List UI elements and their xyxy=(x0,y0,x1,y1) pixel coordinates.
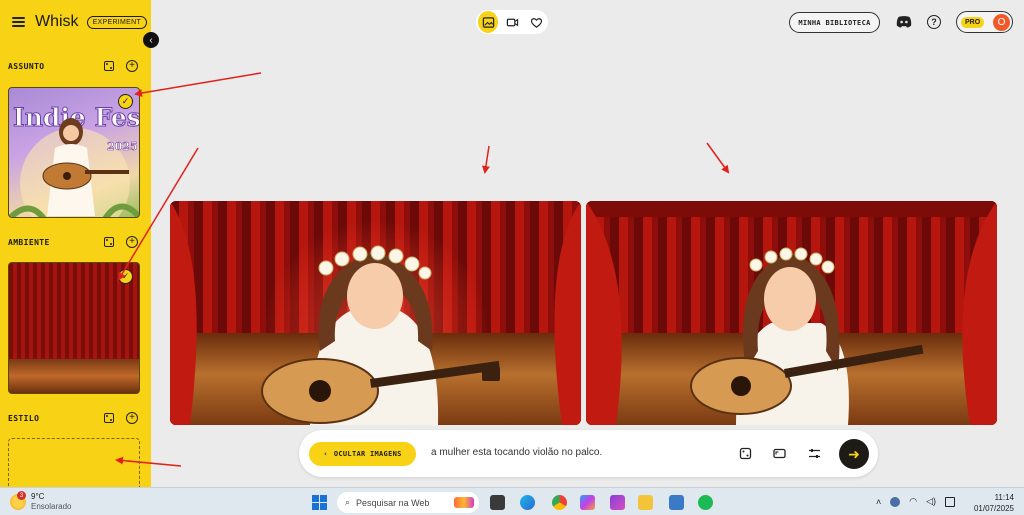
generated-image-2[interactable] xyxy=(586,201,997,425)
dice-icon[interactable] xyxy=(104,237,114,247)
collapse-sidebar-button[interactable]: ‹ xyxy=(143,32,159,48)
annotation-arrow xyxy=(481,145,490,174)
clock-date: 01/07/2025 xyxy=(973,504,1014,513)
generated-image-1[interactable] xyxy=(170,201,581,425)
prompt-bar: ‹ OCULTAR IMAGENS a mulher esta tocando … xyxy=(299,430,878,477)
account-pill[interactable]: PRO O xyxy=(956,11,1013,33)
video-mode-button[interactable] xyxy=(502,11,522,33)
search-placeholder: Pesquisar na Web xyxy=(356,497,430,508)
section-title: AMBIENTE xyxy=(8,237,50,247)
send-button[interactable]: ➜ xyxy=(839,439,869,469)
arrow-right-icon: ➜ xyxy=(848,445,860,462)
hide-images-button[interactable]: ‹ OCULTAR IMAGENS xyxy=(309,442,416,466)
section-subject-header: ASSUNTO + xyxy=(8,59,138,73)
copilot-icon[interactable] xyxy=(580,495,595,510)
chevron-left-icon: ‹ xyxy=(323,450,328,458)
experiment-badge: EXPERIMENT xyxy=(86,15,148,29)
chrome-icon[interactable] xyxy=(552,495,567,510)
mode-switcher xyxy=(476,10,548,34)
edge-icon[interactable] xyxy=(520,495,535,510)
volume-icon[interactable]: ◁) xyxy=(926,496,936,507)
help-icon[interactable]: ? xyxy=(927,15,941,29)
notification-badge: 3 xyxy=(17,491,26,500)
image-mode-button[interactable] xyxy=(478,11,498,33)
heart-icon xyxy=(530,17,542,28)
menu-icon[interactable] xyxy=(12,17,25,27)
system-tray: ˄ ◠ ◁) xyxy=(876,496,956,507)
taskbar-search[interactable]: ⌕ Pesquisar na Web xyxy=(337,492,479,513)
video-icon xyxy=(506,18,518,26)
battery-icon[interactable] xyxy=(945,496,956,507)
aspect-ratio-icon[interactable] xyxy=(773,447,786,460)
stage-floor xyxy=(9,359,139,393)
sun-icon: 3 xyxy=(10,491,26,510)
notepad-icon[interactable] xyxy=(669,495,684,510)
image-icon xyxy=(482,16,494,28)
annotation-arrow xyxy=(134,72,262,97)
my-library-button[interactable]: MINHA BIBLIOTECA xyxy=(789,12,880,33)
windows-start-icon[interactable] xyxy=(312,495,327,510)
pro-badge: PRO xyxy=(961,16,985,28)
section-title: ASSUNTO xyxy=(8,61,45,71)
musician-illustration xyxy=(170,201,581,425)
wifi-icon[interactable]: ◠ xyxy=(909,496,917,507)
task-view-icon[interactable] xyxy=(490,495,505,510)
section-style-header: ESTILO + xyxy=(8,411,138,425)
section-title: ESTILO xyxy=(8,413,40,423)
selected-check-icon: ✓ xyxy=(118,269,133,284)
hide-images-label: OCULTAR IMAGENS xyxy=(333,450,402,458)
ambient-thumbnail[interactable]: ✓ xyxy=(8,262,140,394)
add-icon[interactable]: + xyxy=(126,60,138,72)
clock-time: 11:14 xyxy=(994,493,1014,502)
os-taskbar: 3 9°C Ensolarado ⌕ Pesquisar na Web ˄ ◠ … xyxy=(0,487,1024,515)
add-icon[interactable]: + xyxy=(126,412,138,424)
ai-app-icon[interactable] xyxy=(610,495,625,510)
annotation-arrow xyxy=(706,142,730,174)
subject-thumbnail[interactable]: Indie Fest 2025 ✓ xyxy=(8,87,140,218)
search-highlight-icon xyxy=(454,497,474,508)
brand: Whisk EXPERIMENT xyxy=(12,12,148,32)
dice-icon[interactable] xyxy=(739,447,752,460)
subject-image-year: 2025 xyxy=(107,140,138,153)
sidebar: Whisk EXPERIMENT ASSUNTO + Indie Fest 20… xyxy=(0,0,151,487)
section-ambient-header: AMBIENTE + xyxy=(8,235,138,249)
weather-desc: Ensolarado xyxy=(31,502,72,511)
dice-icon[interactable] xyxy=(104,61,114,71)
settings-sliders-icon[interactable] xyxy=(808,447,821,460)
dice-icon[interactable] xyxy=(104,413,114,423)
app-name: Whisk xyxy=(35,13,79,30)
selected-check-icon: ✓ xyxy=(118,94,133,109)
avatar[interactable]: O xyxy=(993,13,1010,31)
weather-widget[interactable]: 3 9°C Ensolarado xyxy=(10,491,72,512)
search-icon: ⌕ xyxy=(345,497,351,507)
chevron-up-icon[interactable]: ˄ xyxy=(876,497,881,507)
musician-illustration xyxy=(586,201,997,425)
style-dropzone[interactable] xyxy=(8,438,140,487)
prompt-input[interactable]: a mulher esta tocando violão no palco. xyxy=(431,447,602,458)
spotify-icon[interactable] xyxy=(698,495,713,510)
discord-icon[interactable] xyxy=(896,15,912,28)
favorites-button[interactable] xyxy=(526,11,546,33)
weather-temp: 9°C xyxy=(31,492,45,501)
add-icon[interactable]: + xyxy=(126,236,138,248)
clock[interactable]: 11:14 01/07/2025 xyxy=(974,492,1014,514)
security-icon[interactable] xyxy=(890,496,901,507)
file-explorer-icon[interactable] xyxy=(638,495,653,510)
